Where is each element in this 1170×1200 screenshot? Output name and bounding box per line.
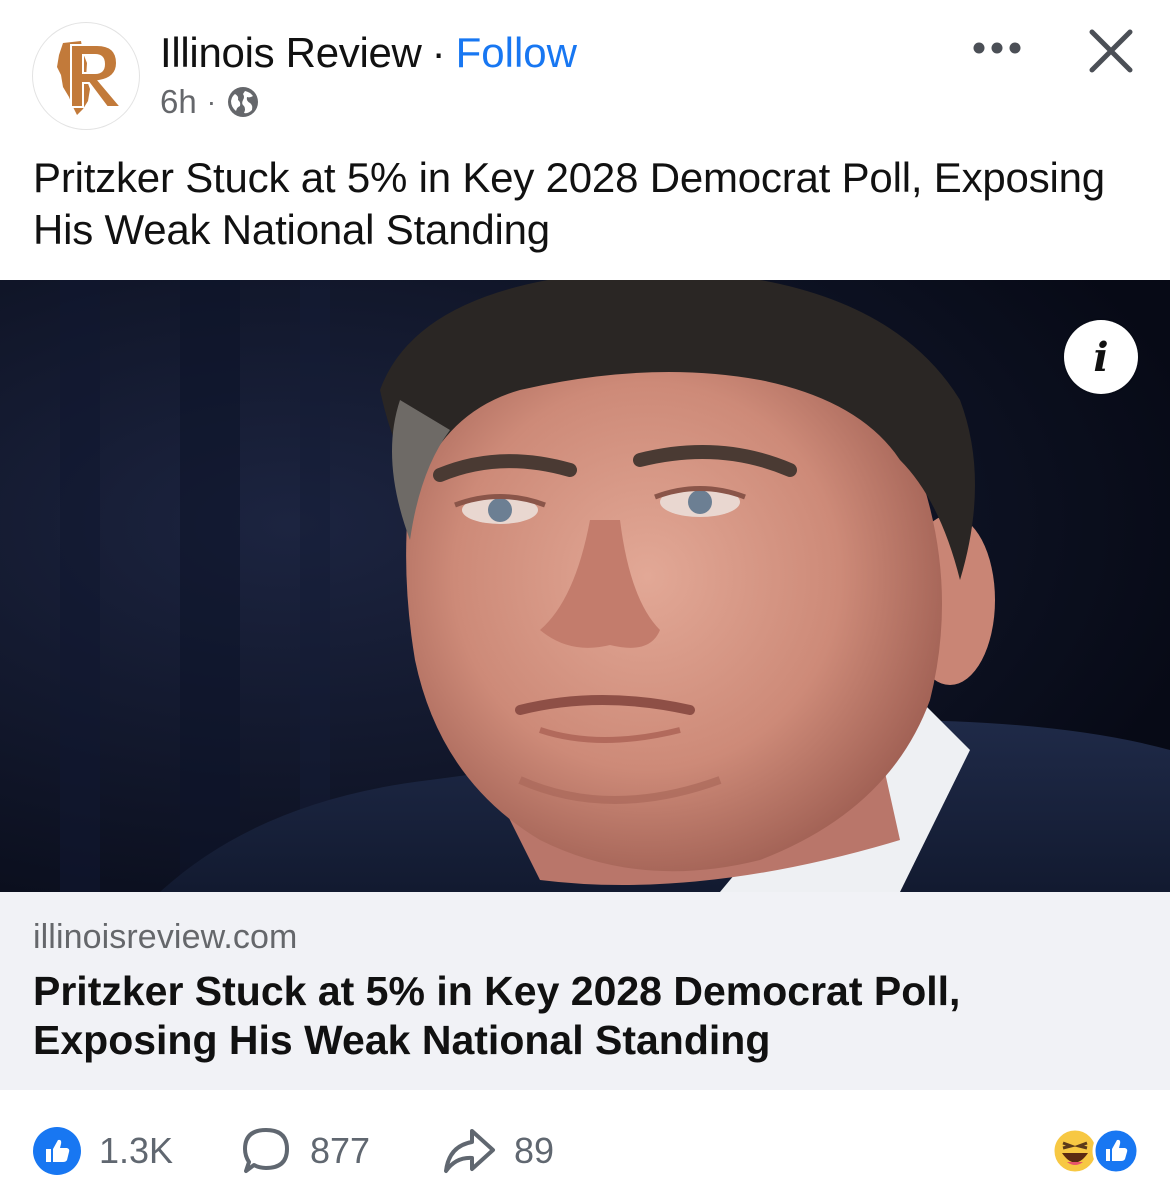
comment-icon (243, 1128, 289, 1173)
post-footer (0, 1090, 1170, 1200)
globe-icon[interactable] (226, 85, 260, 119)
haha-emoji-icon (1051, 1127, 1099, 1175)
thumbs-up-icon (33, 1127, 81, 1175)
page-avatar[interactable] (32, 22, 140, 130)
post-timestamp[interactable]: 6h (160, 83, 197, 121)
man-portrait-image (0, 280, 1170, 892)
likes-count: 1.3K (99, 1130, 174, 1171)
link-title[interactable]: Pritzker Stuck at 5% in Key 2028 Democra… (33, 967, 1133, 1065)
like-button[interactable]: 1.3K (33, 1127, 174, 1175)
page-name[interactable]: Illinois Review (160, 29, 422, 77)
info-button[interactable]: i (1064, 320, 1138, 394)
illinois-review-logo-icon (57, 41, 124, 115)
reaction-summary[interactable] (1050, 1126, 1142, 1176)
name-row: Illinois Review · Follow (160, 28, 577, 78)
close-icon (1089, 29, 1133, 73)
comment-button[interactable]: 877 (240, 1128, 370, 1174)
comments-count: 877 (310, 1130, 371, 1171)
facebook-post: Illinois Review · Follow 6h · Pritzker S… (0, 0, 1170, 1200)
shares-count: 89 (514, 1130, 555, 1171)
close-button[interactable] (1082, 22, 1140, 80)
link-domain[interactable]: illinoisreview.com (33, 918, 297, 957)
share-arrow-icon (444, 1129, 495, 1173)
share-button[interactable]: 89 (442, 1128, 554, 1174)
post-photo[interactable] (0, 280, 1170, 892)
post-meta: 6h · (160, 82, 260, 122)
post-caption: Pritzker Stuck at 5% in Key 2028 Democra… (33, 154, 1105, 253)
follow-button[interactable]: Follow (456, 29, 577, 77)
more-options-button[interactable] (962, 28, 1032, 68)
meta-separator: · (206, 86, 217, 117)
name-separator: · (431, 29, 446, 76)
like-reaction-icon (1092, 1127, 1140, 1175)
more-horizontal-icon (973, 42, 1021, 54)
post-header: Illinois Review · Follow 6h · (0, 0, 1170, 140)
info-icon: i (1093, 333, 1109, 381)
